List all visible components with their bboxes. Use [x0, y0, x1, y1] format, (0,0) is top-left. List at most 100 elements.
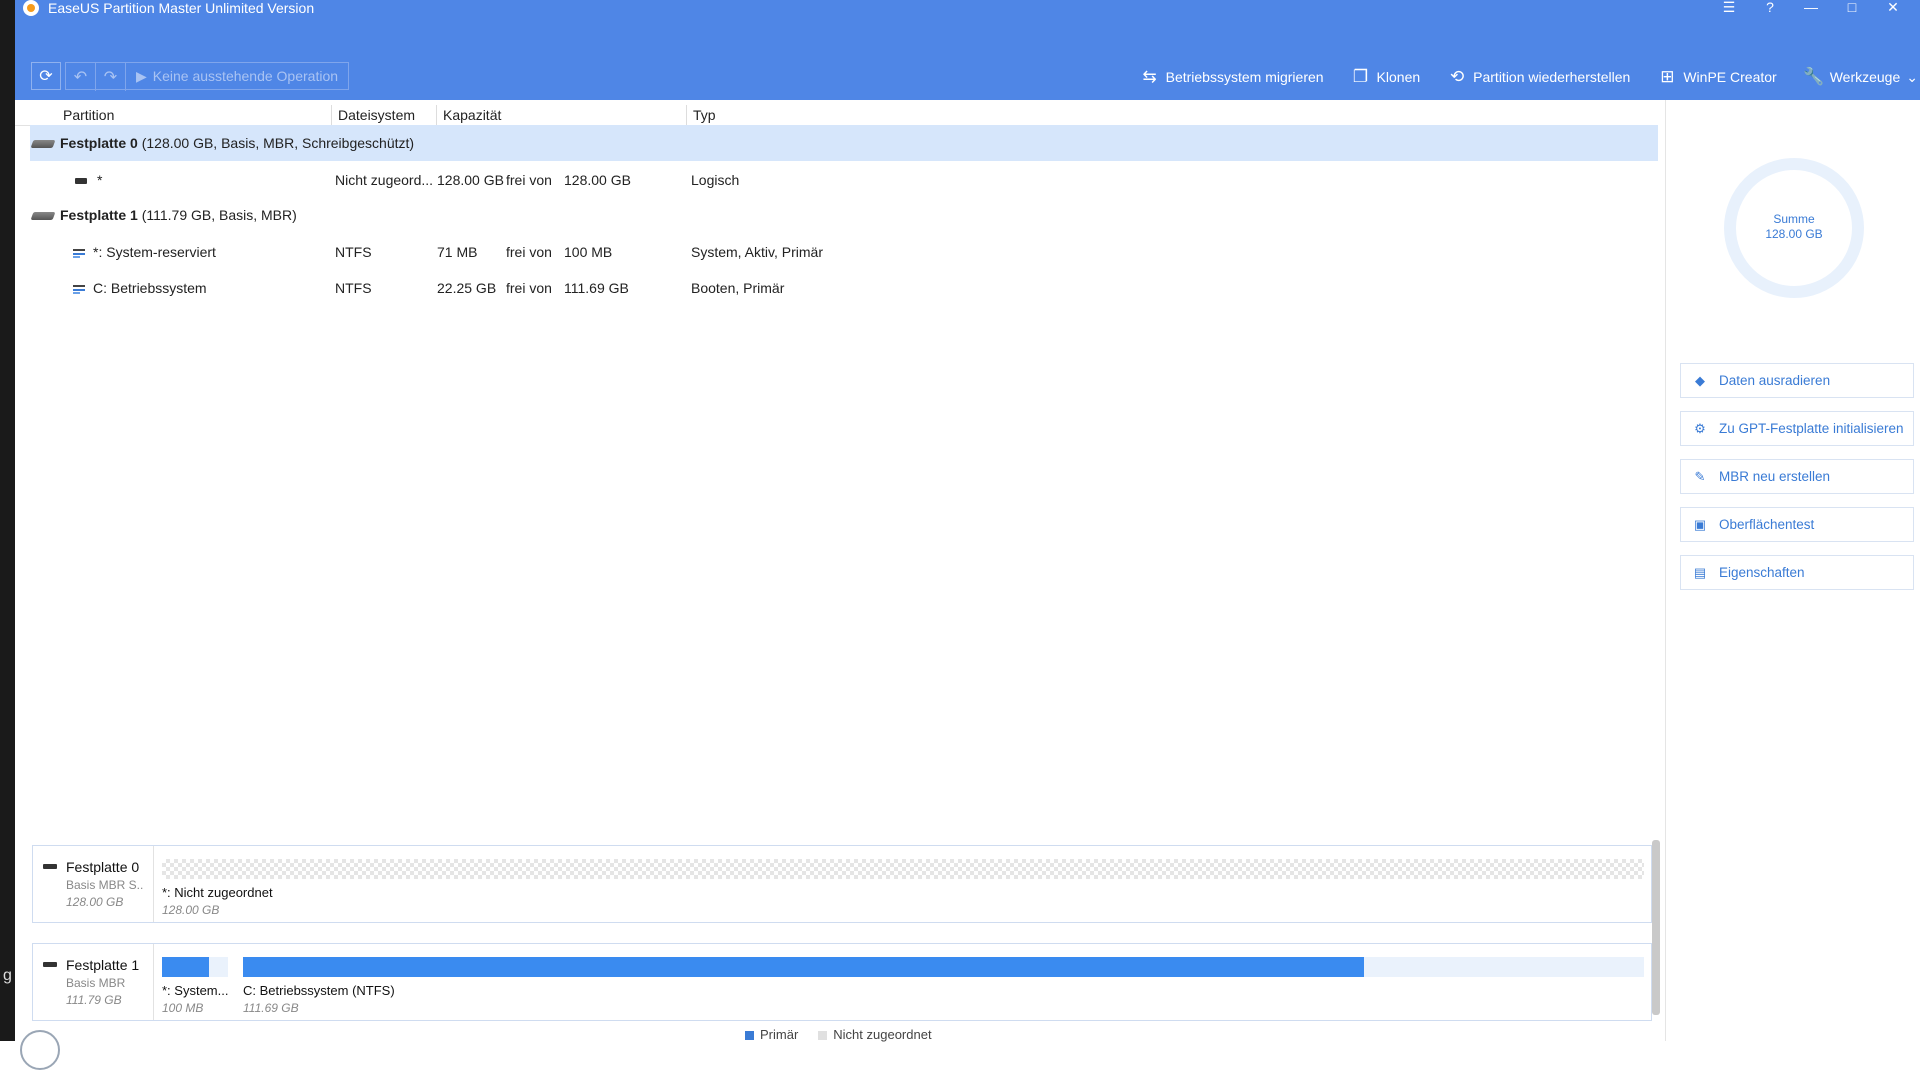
free-of-cell: frei von [506, 172, 552, 188]
column-capacity[interactable]: Kapazität [443, 105, 501, 125]
left-edge-strip: g [0, 0, 15, 1041]
free-of-cell: frei von [506, 280, 552, 296]
type-cell: Logisch [691, 172, 740, 188]
partition-table-header: Partition Dateisystem Kapazität Typ [15, 103, 1658, 126]
restore-partition-label: Partition wiederherstellen [1473, 69, 1631, 85]
partition-usage-fill [243, 957, 1364, 977]
refresh-icon: ⟳ [39, 68, 53, 85]
erase-data-button[interactable]: ◆ Daten ausradieren [1680, 363, 1914, 398]
redo-icon: ↷ [103, 69, 118, 86]
used-cell: 22.25 GB [437, 280, 497, 296]
partition-bar-unallocated[interactable] [162, 859, 1644, 879]
restore-partition-button[interactable]: ⟲ Partition wiederherstellen [1447, 67, 1631, 86]
summary-value: 128.00 GB [1765, 227, 1823, 241]
maximize-button[interactable]: □ [1837, 0, 1867, 16]
disk-row-festplatte-1[interactable]: Festplatte 1 (111.79 GB, Basis, MBR) [30, 197, 1658, 233]
menu-icon[interactable]: ☰ [1714, 0, 1744, 16]
title-bar: EaseUS Partition Master Unlimited Versio… [15, 0, 1920, 100]
gear-icon: ⚙ [1694, 420, 1706, 436]
partition-usage-fill [162, 957, 209, 977]
restore-partition-icon: ⟲ [1450, 67, 1465, 86]
partition-name-cell: C: Betriebssystem [73, 270, 207, 306]
column-filesystem[interactable]: Dateisystem [338, 105, 415, 125]
operation-toolbar: ⟳ ↶ ↷ ▶ Keine ausstehende Operation [31, 62, 350, 91]
legend-swatch [745, 1031, 754, 1041]
unallocated-icon [75, 178, 87, 185]
filesystem-cell: NTFS [335, 244, 372, 260]
windows-icon: ⊞ [1660, 67, 1675, 86]
help-icon[interactable]: ? [1755, 0, 1785, 16]
wrench-icon: 🔧 [1803, 67, 1825, 86]
partition-row-system-reserved[interactable]: *: System-reserviert NTFS 71 MB frei von… [30, 234, 1658, 270]
winpe-creator-button[interactable]: ⊞ WinPE Creator [1657, 67, 1776, 86]
summary-label: Summe [1773, 212, 1815, 226]
right-panel: Summe 128.00 GB ◆ Daten ausradieren ⚙ Zu… [1665, 100, 1920, 1041]
partition-bar-size: 111.69 GB [243, 1001, 299, 1015]
clone-button[interactable]: ❐ Klonen [1351, 67, 1420, 86]
migrate-os-button[interactable]: ⇆ Betriebssystem migrieren [1140, 67, 1323, 86]
action-label: Oberflächentest [1719, 517, 1815, 532]
partition-row-c-drive[interactable]: C: Betriebssystem NTFS 22.25 GB frei von… [30, 270, 1658, 306]
column-divider [686, 105, 687, 125]
properties-button[interactable]: ▤ Eigenschaften [1680, 555, 1914, 590]
legend-item-primary: Primär [745, 1027, 798, 1042]
disk-map-scrollbar[interactable] [1652, 840, 1660, 1015]
used-cell: 128.00 GB [437, 172, 504, 188]
action-label: MBR neu erstellen [1719, 469, 1831, 484]
partition-name-cell: * [75, 162, 102, 198]
partition-icon [73, 248, 85, 258]
disk-card-name: Festplatte 1 [66, 957, 140, 973]
surface-test-icon: ▣ [1693, 516, 1707, 532]
hard-disk-icon [30, 140, 56, 149]
column-type[interactable]: Typ [693, 105, 716, 125]
rebuild-mbr-button[interactable]: ✎ MBR neu erstellen [1680, 459, 1914, 494]
app-logo-icon [23, 0, 39, 16]
app-title: EaseUS Partition Master Unlimited Versio… [48, 0, 315, 16]
total-cell: 128.00 GB [564, 172, 631, 188]
disk-row-festplatte-0[interactable]: Festplatte 0 (128.00 GB, Basis, MBR, Sch… [30, 125, 1658, 161]
redo-button[interactable]: ↷ [96, 63, 126, 91]
partition-row-unallocated[interactable]: * Nicht zugeord... 128.00 GB frei von 12… [30, 162, 1658, 198]
minimize-button[interactable]: — [1796, 0, 1826, 16]
disk-card-type: Basis MBR [66, 976, 126, 990]
left-edge-char: g [3, 967, 12, 984]
surface-test-button[interactable]: ▣ Oberflächentest [1680, 507, 1914, 542]
disk-name: Festplatte 0 [60, 135, 138, 151]
type-cell: System, Aktiv, Primär [691, 244, 823, 260]
initialize-gpt-button[interactable]: ⚙ Zu GPT-Festplatte initialisieren [1680, 411, 1914, 446]
disk-name: Festplatte 1 [60, 207, 138, 223]
column-divider [436, 105, 437, 125]
close-button[interactable]: ✕ [1878, 0, 1908, 16]
refresh-button[interactable]: ⟳ [31, 62, 61, 90]
operation-controls: ↶ ↷ ▶ Keine ausstehende Operation [65, 62, 350, 91]
disk-card-info: Festplatte 1 Basis MBR 111.79 GB [33, 944, 154, 1020]
clone-icon: ❐ [1352, 67, 1369, 86]
properties-icon: ▤ [1693, 564, 1707, 580]
pending-label: Keine ausstehende Operation [152, 68, 339, 84]
undo-button[interactable]: ↶ [66, 63, 96, 91]
disk-row-title: Festplatte 1 (111.79 GB, Basis, MBR) [30, 197, 297, 233]
apply-pending-button[interactable]: ▶ Keine ausstehende Operation [126, 63, 348, 89]
partition-bar-label: C: Betriebssystem (NTFS) [243, 983, 395, 998]
partition-name: * [97, 172, 103, 188]
legend-item-unallocated: Nicht zugeordnet [818, 1027, 932, 1042]
chevron-down-icon: ⌄ [1906, 68, 1918, 85]
disk-map-legend: Primär Nicht zugeordnet [745, 1027, 932, 1042]
legend-swatch [818, 1031, 828, 1041]
disk-map-card-festplatte-0[interactable]: Festplatte 0 Basis MBR S.. 128.00 GB *: … [32, 845, 1652, 923]
tools-menu-button[interactable]: 🔧 Werkzeuge ⌄ [1803, 67, 1918, 86]
partition-name: C: Betriebssystem [93, 280, 207, 296]
type-cell: Booten, Primär [691, 280, 785, 296]
disk-card-size: 111.79 GB [66, 993, 122, 1007]
disk-row-title: Festplatte 0 (128.00 GB, Basis, MBR, Sch… [30, 125, 415, 161]
partition-bar-system-reserved[interactable] [162, 957, 228, 977]
disk-info: (128.00 GB, Basis, MBR, Schreibgeschützt… [141, 135, 415, 151]
capacity-summary: Summe 128.00 GB [1724, 212, 1864, 242]
partition-bar-c-drive[interactable] [243, 957, 1644, 977]
column-partition[interactable]: Partition [63, 105, 114, 125]
total-cell: 100 MB [564, 244, 613, 260]
disk-map-card-festplatte-1[interactable]: Festplatte 1 Basis MBR 111.79 GB *: Syst… [32, 943, 1652, 1021]
used-cell: 71 MB [437, 244, 478, 260]
disk-info: (111.79 GB, Basis, MBR) [141, 207, 297, 223]
legend-label: Nicht zugeordnet [833, 1027, 932, 1042]
